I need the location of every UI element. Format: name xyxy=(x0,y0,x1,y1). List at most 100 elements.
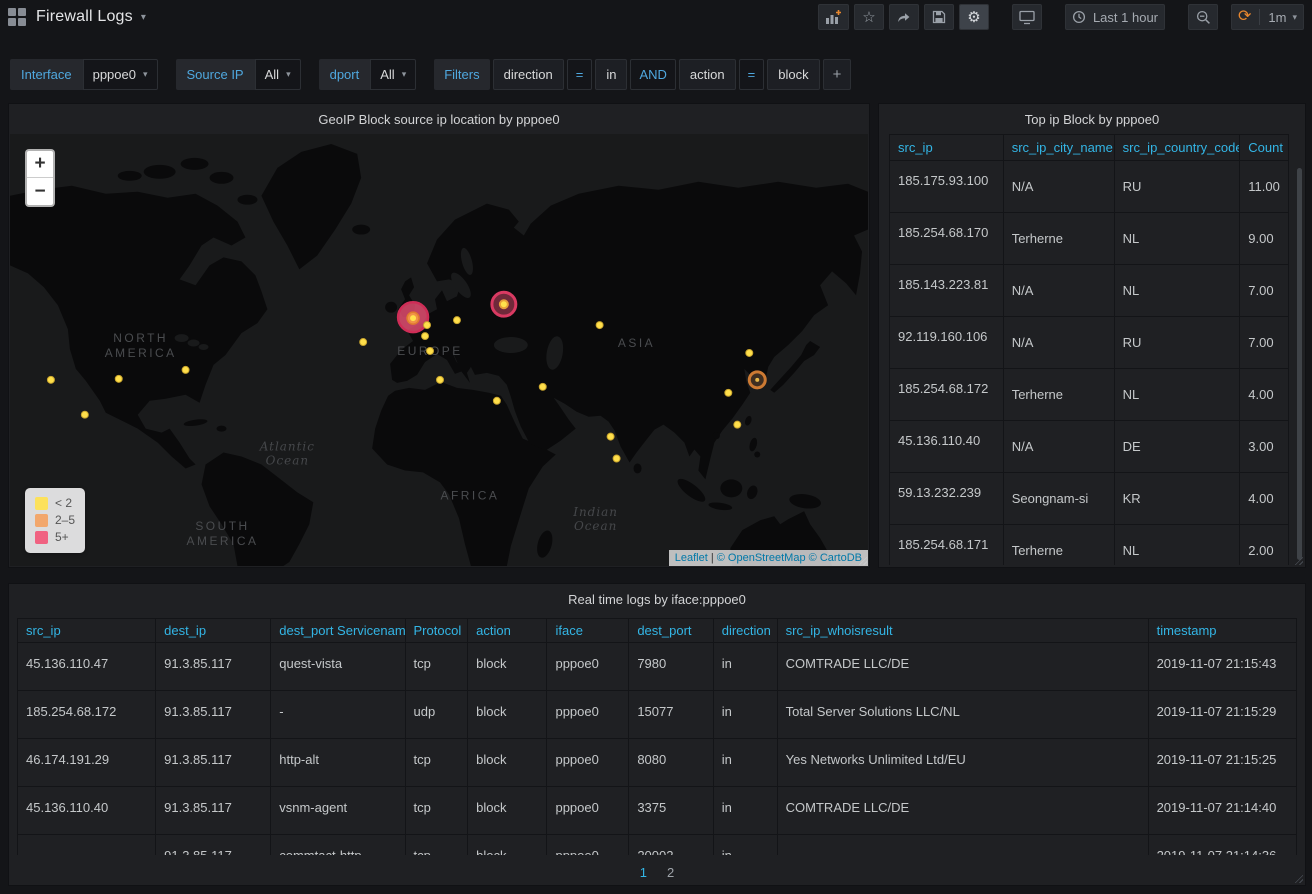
top-ips-table: src_ip src_ip_city_name src_ip_country_c… xyxy=(889,134,1289,565)
page-button-1[interactable]: 1 xyxy=(640,865,647,880)
add-filter-button[interactable]: + xyxy=(823,59,852,90)
navbar: Firewall Logs ▾ ☆ xyxy=(0,0,1312,34)
cell-whois: Total Server Solutions LLC/NL xyxy=(777,691,1148,739)
cell-iface: pppoe0 xyxy=(547,643,629,691)
column-header-dest-port[interactable]: dest_port xyxy=(629,619,713,643)
cell-direction: in xyxy=(713,739,777,787)
column-header-country[interactable]: src_ip_country_code xyxy=(1114,135,1240,161)
cell-city: N/A xyxy=(1003,265,1114,317)
legend-swatch-orange xyxy=(35,514,48,527)
cell-iface: pppoe0 xyxy=(547,691,629,739)
column-header-city[interactable]: src_ip_city_name xyxy=(1003,135,1114,161)
attribution-separator: | xyxy=(711,552,714,564)
cell-dest-ip: 91.3.85.117 xyxy=(156,739,271,787)
filter-key-direction[interactable]: direction xyxy=(493,59,564,90)
settings-button[interactable]: ⚙ xyxy=(959,4,989,30)
leaflet-link[interactable]: Leaflet xyxy=(675,552,708,564)
variable-interface-value-dropdown[interactable]: pppoe0 ▾ xyxy=(83,59,158,90)
cell-dest-port: 20002 xyxy=(629,835,713,856)
variable-dport-value-dropdown[interactable]: All ▾ xyxy=(370,59,416,90)
panel-title[interactable]: Top ip Block by pppoe0 xyxy=(879,104,1305,134)
save-button[interactable] xyxy=(924,4,954,30)
column-header-action[interactable]: action xyxy=(468,619,547,643)
cell-src-ip: 45.136.110.40 xyxy=(18,787,156,835)
bar-chart-plus-icon xyxy=(825,9,842,25)
variable-dport: dport All ▾ xyxy=(319,59,417,90)
table-row: 46.174.191.2991.3.85.117http-alttcpblock… xyxy=(18,739,1297,787)
cell-city: Terherne xyxy=(1003,525,1114,566)
cell-dest-port: 8080 xyxy=(629,739,713,787)
refresh-icon: ⟳ xyxy=(1238,9,1251,25)
filter-key-action[interactable]: action xyxy=(679,59,736,90)
cell-src-ip xyxy=(18,835,156,856)
cell-count: 2.00 xyxy=(1240,525,1289,566)
cell-count: 4.00 xyxy=(1240,473,1289,525)
map-attribution: Leaflet | © OpenStreetMap © CartoDB xyxy=(669,550,868,566)
cartodb-link[interactable]: © CartoDB xyxy=(809,552,862,564)
filter-value-block[interactable]: block xyxy=(767,59,819,90)
chevron-down-icon: ▾ xyxy=(286,69,291,80)
add-panel-button[interactable] xyxy=(818,4,849,30)
column-header-protocol[interactable]: Protocol xyxy=(405,619,468,643)
panel-title[interactable]: Real time logs by iface:pppoe0 xyxy=(9,584,1305,614)
cell-direction: in xyxy=(713,691,777,739)
filter-conjunction: AND xyxy=(630,59,675,90)
svg-text:AMERICA: AMERICA xyxy=(187,534,259,548)
variable-source-ip-value-dropdown[interactable]: All ▾ xyxy=(255,59,301,90)
cell-city: Terherne xyxy=(1003,369,1114,421)
zoom-out-button[interactable]: − xyxy=(27,178,53,205)
star-button[interactable]: ☆ xyxy=(854,4,884,30)
cell-dest-port: 15077 xyxy=(629,691,713,739)
map-marker-cluster-uk[interactable] xyxy=(398,302,430,332)
filter-operator[interactable]: = xyxy=(567,59,593,90)
column-header-direction[interactable]: direction xyxy=(713,619,777,643)
map-marker-cluster-korea[interactable] xyxy=(749,372,765,388)
map-marker xyxy=(746,350,753,357)
variable-dport-label: dport xyxy=(319,59,371,90)
cell-service: http-alt xyxy=(271,739,405,787)
cell-service: commtact-http xyxy=(271,835,405,856)
panel-title[interactable]: GeoIP Block source ip location by pppoe0 xyxy=(9,104,869,134)
grafana-apps-icon[interactable] xyxy=(8,8,26,26)
zoom-in-button[interactable]: + xyxy=(27,151,53,178)
world-map[interactable]: NORTH AMERICA EUROPE ASIA AFRICA SOUTH A… xyxy=(10,134,868,566)
zoom-out-button[interactable] xyxy=(1188,4,1218,30)
share-icon xyxy=(896,10,911,24)
map-legend: < 2 2–5 5+ xyxy=(25,488,85,553)
greenland xyxy=(261,144,361,269)
cell-protocol: tcp xyxy=(405,835,468,856)
column-header-src-ip[interactable]: src_ip xyxy=(890,135,1004,161)
map-marker xyxy=(725,389,732,396)
map-marker-cluster-moscow[interactable] xyxy=(492,292,516,316)
filter-operator[interactable]: = xyxy=(739,59,765,90)
time-picker-button[interactable]: Last 1 hour xyxy=(1065,4,1165,30)
column-header-timestamp[interactable]: timestamp xyxy=(1148,619,1296,643)
cell-country: KR xyxy=(1114,473,1240,525)
table-scrollbar[interactable] xyxy=(1297,168,1302,560)
cell-whois: Yes Networks Unlimited Ltd/EU xyxy=(777,739,1148,787)
cell-city: N/A xyxy=(1003,161,1114,213)
refresh-button[interactable]: ⟳ 1m ▾ xyxy=(1231,4,1304,30)
tv-mode-button[interactable] xyxy=(1012,4,1042,30)
cell-country: NL xyxy=(1114,213,1240,265)
magnifier-icon xyxy=(1196,10,1211,25)
page-button-2[interactable]: 2 xyxy=(667,865,674,880)
cell-count: 4.00 xyxy=(1240,369,1289,421)
filter-value-in[interactable]: in xyxy=(595,59,627,90)
cell-city: Terherne xyxy=(1003,213,1114,265)
column-header-count[interactable]: Count xyxy=(1240,135,1289,161)
column-header-iface[interactable]: iface xyxy=(547,619,629,643)
cell-iface: pppoe0 xyxy=(547,787,629,835)
column-header-servicename[interactable]: dest_port Servicename xyxy=(271,619,405,643)
column-header-src-ip[interactable]: src_ip xyxy=(18,619,156,643)
map-marker xyxy=(493,397,500,404)
cell-country: RU xyxy=(1114,317,1240,369)
dashboard-title-button[interactable]: Firewall Logs ▾ xyxy=(8,8,146,26)
panel-top-ip-block: Top ip Block by pppoe0 src_ip src_ip_cit… xyxy=(878,103,1306,568)
continent-south-america xyxy=(202,453,314,566)
openstreetmap-link[interactable]: © OpenStreetMap xyxy=(717,552,806,564)
share-button[interactable] xyxy=(889,4,919,30)
column-header-whois[interactable]: src_ip_whoisresult xyxy=(777,619,1148,643)
continent-north-america xyxy=(10,186,267,469)
column-header-dest-ip[interactable]: dest_ip xyxy=(156,619,271,643)
